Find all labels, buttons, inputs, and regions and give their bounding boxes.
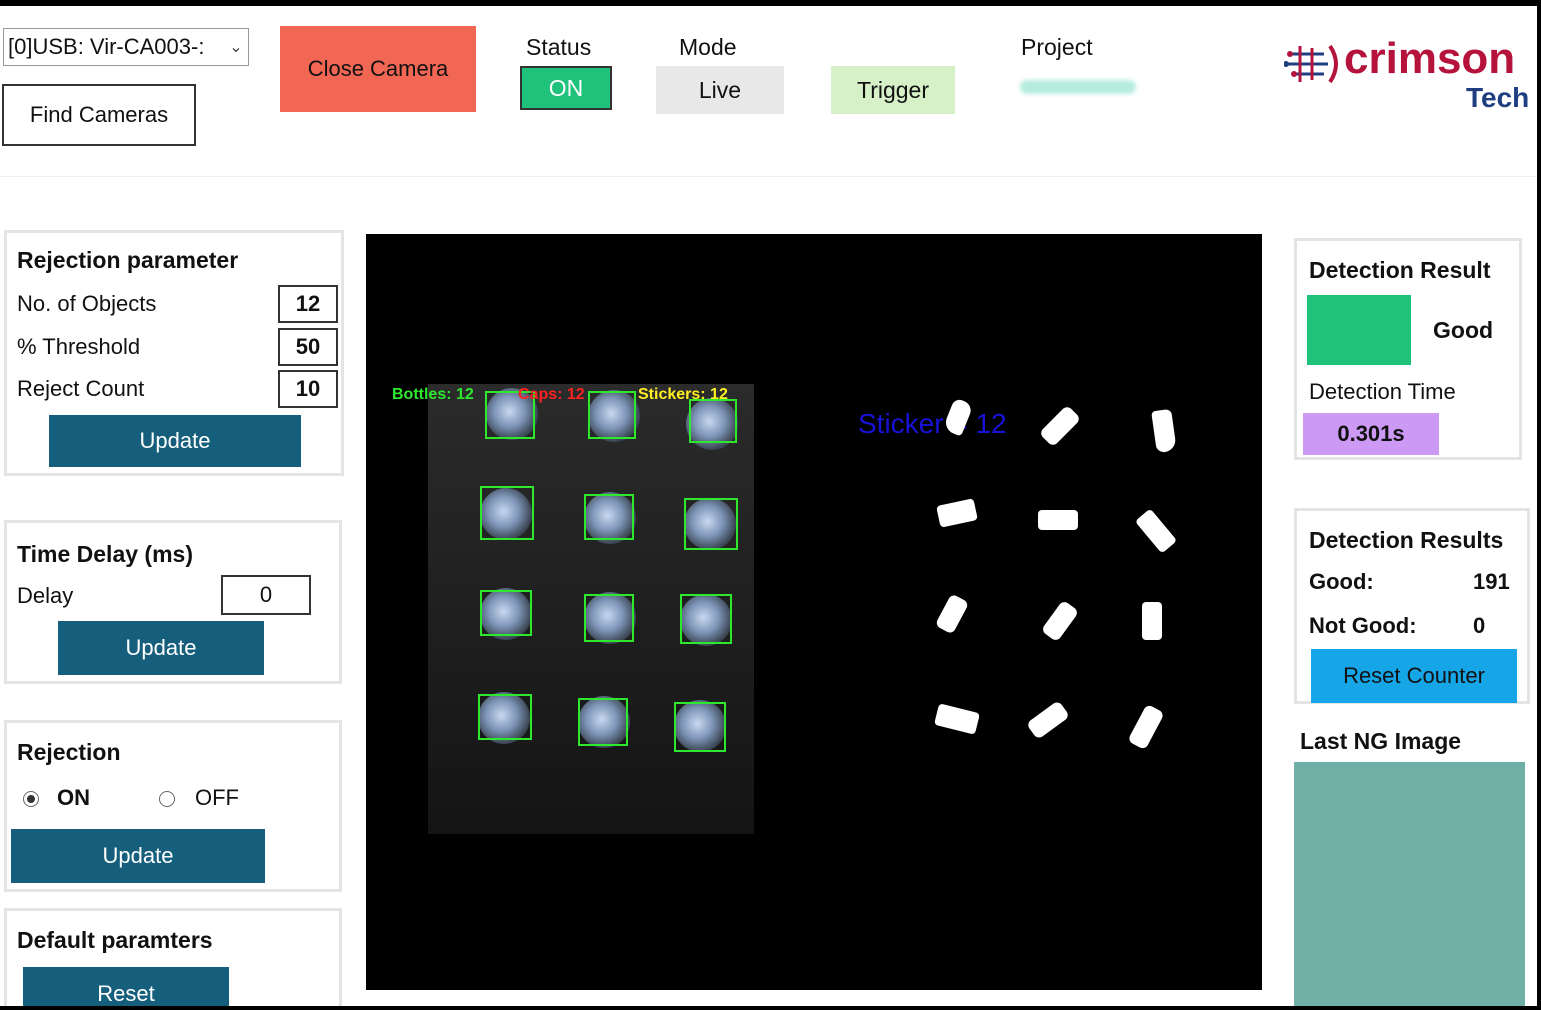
close-camera-button[interactable]: Close Camera [280,26,476,112]
detection-box [584,594,634,642]
reject-count-input[interactable]: 10 [278,370,338,408]
detection-box [480,486,534,540]
rejection-on-label[interactable]: ON [57,785,90,811]
sticker-blob [1127,703,1165,751]
rejection-on-radio[interactable] [23,791,39,807]
rejection-parameter-title: Rejection parameter [17,247,239,273]
delay-label: Delay [17,583,74,608]
sticker-blob [1142,602,1162,640]
overlay-stickers-count: Stickers: 12 [638,386,728,403]
rejection-off-radio[interactable] [159,791,175,807]
status-label: Status [526,34,592,60]
result-text: Good [1433,317,1494,343]
camera-select-value: [0]USB: Vir-CA003-: [8,34,205,59]
status-indicator: ON [520,66,612,110]
rejection-parameter-update-button[interactable]: Update [49,415,301,467]
detection-box [584,494,634,540]
circuit-logo-icon [1283,40,1346,91]
threshold-label: % Threshold [17,334,141,359]
detection-time-value: 0.301s [1303,413,1439,455]
objects-label: No. of Objects [17,291,157,316]
chevron-down-icon[interactable]: ⌄ [224,37,248,57]
mode-live-button[interactable]: Live [656,66,784,114]
last-ng-image-title: Last NG Image [1300,728,1462,754]
rejection-title: Rejection [17,739,121,765]
rejection-off-label[interactable]: OFF [195,785,239,811]
sticker-count-text: Sticker = 12 [858,408,1007,439]
app-window: [0]USB: Vir-CA003-: ⌄ Find Cameras Close… [0,6,1537,1006]
overlay-caps-count: Caps: 12 [518,386,585,403]
detection-results-panel: Detection Results Good: 191 Not Good: 0 … [1294,508,1530,704]
overlay-bottles-count: Bottles: 12 [392,386,474,403]
sticker-blob [936,498,978,528]
reset-counter-button[interactable]: Reset Counter [1311,649,1517,703]
mode-label: Mode [679,34,737,60]
objects-input[interactable]: 12 [278,285,338,323]
time-delay-title: Time Delay (ms) [17,541,193,567]
good-count: 191 [1473,569,1510,594]
detection-results-title: Detection Results [1309,527,1504,553]
reject-count-label: Reject Count [17,376,145,401]
good-label: Good: [1309,569,1374,594]
sticker-blob [933,703,981,735]
detection-box [480,590,532,636]
default-reset-button[interactable]: Reset [23,967,229,1006]
sticker-blob [1025,700,1071,740]
detection-result-title: Detection Result [1309,257,1491,283]
logo-tech: Tech [1466,82,1530,113]
detection-box [674,702,726,752]
sticker-blob [1038,404,1082,448]
detection-time-label: Detection Time [1309,379,1456,404]
camera-view: Bottles: 12 Caps: 12 Stickers: 12 Sticke… [366,234,1262,990]
detection-result-panel: Detection Result Good Detection Time 0.3… [1294,238,1522,460]
sticker-blob [1038,510,1078,530]
time-delay-update-button[interactable]: Update [58,621,264,675]
default-parameters-panel: Default paramters Reset [4,908,342,1006]
logo-crimson: crimson [1344,34,1516,83]
rejection-panel: Rejection ON OFF Update [4,720,342,892]
detection-box [684,498,738,550]
mode-trigger-button[interactable]: Trigger [831,66,955,114]
find-cameras-button[interactable]: Find Cameras [2,84,196,146]
detection-box [578,698,628,746]
last-ng-image [1294,762,1525,1006]
project-label: Project [1021,34,1093,60]
rejection-update-button[interactable]: Update [11,829,265,883]
not-good-count: 0 [1473,613,1486,638]
detection-box [680,594,732,644]
rejection-parameter-panel: Rejection parameter No. of Objects 12 % … [4,230,344,476]
not-good-label: Not Good: [1309,613,1417,638]
result-color-swatch [1307,295,1411,365]
detection-box [588,391,636,439]
delay-input[interactable]: 0 [221,575,311,615]
sticker-blob [1151,408,1177,454]
threshold-input[interactable]: 50 [278,328,338,366]
time-delay-panel: Time Delay (ms) Delay 0 Update [4,520,342,684]
camera-select[interactable]: [0]USB: Vir-CA003-: ⌄ [3,28,249,66]
detection-box [478,694,532,740]
header-divider [0,176,1537,177]
project-name-blurred [1020,80,1136,94]
default-parameters-title: Default paramters [17,927,213,953]
sticker-blob [934,593,970,635]
detection-box [689,399,737,443]
radio-selected-dot [27,795,35,803]
sticker-blob [1134,508,1178,554]
sticker-blob [1040,599,1080,643]
